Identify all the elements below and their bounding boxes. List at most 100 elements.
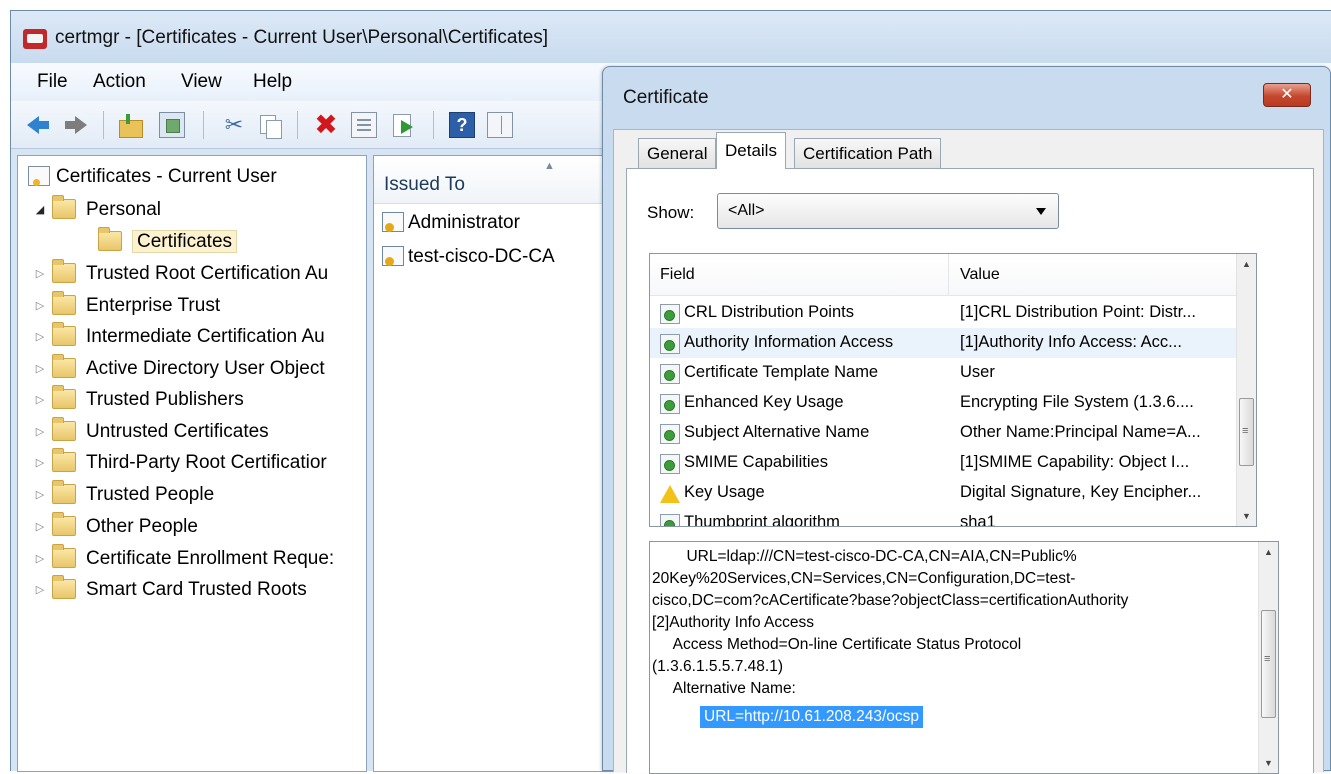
tree-item-intermediate[interactable]: ▷ Intermediate Certification Au xyxy=(32,322,325,351)
expand-arrow-icon[interactable]: ▷ xyxy=(32,449,48,477)
menu-help[interactable]: Help xyxy=(249,69,296,95)
tree-root[interactable]: Certificates - Current User xyxy=(28,166,277,194)
field-row[interactable]: Enhanced Key Usage Encrypting File Syste… xyxy=(650,388,1238,418)
tree-item-enrollment-requests[interactable]: ▷ Certificate Enrollment Reque: xyxy=(32,544,334,573)
field-name: CRL Distribution Points xyxy=(684,303,854,321)
scroll-thumb[interactable] xyxy=(1239,398,1254,466)
field-list-scrollbar[interactable]: ▲ ▼ xyxy=(1236,254,1256,526)
show-hide-console-tree-icon[interactable] xyxy=(159,112,185,138)
expand-arrow-icon[interactable]: ▷ xyxy=(32,513,48,541)
field-row[interactable]: CRL Distribution Points [1]CRL Distribut… xyxy=(650,298,1238,328)
expand-arrow-icon[interactable]: ▷ xyxy=(32,481,48,509)
field-row[interactable]: Subject Alternative Name Other Name:Prin… xyxy=(650,418,1238,448)
field-value: [1]Authority Info Access: Acc... xyxy=(960,333,1182,351)
expand-arrow-icon[interactable]: ▷ xyxy=(32,292,48,320)
tree-item-other-people[interactable]: ▷ Other People xyxy=(32,512,198,541)
column-header-value[interactable]: Value xyxy=(960,266,1000,284)
expand-arrow-icon[interactable]: ▷ xyxy=(32,418,48,446)
forward-arrow-icon[interactable] xyxy=(63,112,89,138)
folder-icon xyxy=(52,480,76,504)
field-row[interactable]: Certificate Template Name User xyxy=(650,358,1238,388)
expand-arrow-icon[interactable]: ▷ xyxy=(32,545,48,573)
tab-certification-path[interactable]: Certification Path xyxy=(794,138,942,168)
field-value: [1]SMIME Capability: Object I... xyxy=(960,453,1190,471)
help-icon[interactable]: ? xyxy=(449,112,475,138)
field-name: Subject Alternative Name xyxy=(684,423,870,441)
certificate-icon xyxy=(382,212,404,232)
folder-icon xyxy=(98,227,122,251)
tree-item-label: Enterprise Trust xyxy=(86,295,221,316)
expand-arrow-icon[interactable]: ▷ xyxy=(32,576,48,604)
folder-icon xyxy=(52,544,76,568)
collapse-arrow-icon[interactable]: ◢ xyxy=(32,196,48,224)
list-item[interactable]: test-cisco-DC-CA xyxy=(382,242,555,272)
tab-details[interactable]: Details xyxy=(716,132,786,169)
field-name: Authority Information Access xyxy=(684,333,894,351)
scroll-up-icon[interactable]: ▲ xyxy=(1259,542,1278,562)
close-button[interactable]: ✕ xyxy=(1263,83,1311,107)
show-dropdown[interactable]: <All> xyxy=(717,193,1059,229)
field-name: Certificate Template Name xyxy=(684,363,879,381)
up-one-level-icon[interactable] xyxy=(117,112,143,138)
tree-item-third-party-root[interactable]: ▷ Third-Party Root Certificatior xyxy=(32,448,327,477)
field-value: User xyxy=(960,363,995,381)
folder-icon xyxy=(52,575,76,599)
tree-item-certificates[interactable]: Certificates xyxy=(80,227,238,256)
export-list-icon[interactable] xyxy=(391,112,417,138)
menu-action[interactable]: Action xyxy=(89,69,150,95)
field-name: SMIME Capabilities xyxy=(684,453,828,471)
list-item-label: Administrator xyxy=(408,212,520,233)
field-detail-textbox[interactable]: URL=ldap:///CN=test-cisco-DC-CA,CN=AIA,C… xyxy=(649,541,1279,774)
field-name: Enhanced Key Usage xyxy=(684,393,844,411)
tree-item-ad-user-object[interactable]: ▷ Active Directory User Object xyxy=(32,354,325,383)
tree-item-smart-card-roots[interactable]: ▷ Smart Card Trusted Roots xyxy=(32,575,307,604)
back-arrow-icon[interactable] xyxy=(25,112,51,138)
tab-general[interactable]: General xyxy=(638,138,717,168)
field-row[interactable]: SMIME Capabilities [1]SMIME Capability: … xyxy=(650,448,1238,478)
menu-file[interactable]: File xyxy=(33,69,72,95)
tree-item-trusted-root[interactable]: ▷ Trusted Root Certification Au xyxy=(32,259,328,288)
field-row-selected[interactable]: Authority Information Access [1]Authorit… xyxy=(650,328,1238,358)
column-header-issued-to[interactable]: Issued To ▲ xyxy=(374,156,612,204)
list-item[interactable]: Administrator xyxy=(382,208,520,238)
scroll-up-icon[interactable]: ▲ xyxy=(1237,254,1256,274)
details-tab-page: Show: <All> Field Value CRL Distribution… xyxy=(626,168,1314,774)
tree-item-trusted-publishers[interactable]: ▷ Trusted Publishers xyxy=(32,385,244,414)
toolbar-separator xyxy=(433,111,434,139)
tree-item-trusted-people[interactable]: ▷ Trusted People xyxy=(32,480,214,509)
column-divider[interactable] xyxy=(948,254,949,296)
warning-icon xyxy=(660,484,680,504)
tree-item-label: Active Directory User Object xyxy=(86,358,325,379)
certmgr-app-icon xyxy=(23,29,47,49)
tree-item-enterprise-trust[interactable]: ▷ Enterprise Trust xyxy=(32,291,221,320)
column-header-field[interactable]: Field xyxy=(660,266,695,284)
tree-item-untrusted[interactable]: ▷ Untrusted Certificates xyxy=(32,417,269,446)
expand-arrow-icon[interactable]: ▷ xyxy=(32,260,48,288)
scroll-thumb[interactable] xyxy=(1261,610,1276,718)
detail-scrollbar[interactable]: ▲ ▼ xyxy=(1258,542,1278,773)
expand-arrow-icon[interactable]: ▷ xyxy=(32,355,48,383)
tree-item-label: Trusted Publishers xyxy=(86,389,244,410)
expand-arrow-icon[interactable]: ▷ xyxy=(32,386,48,414)
scroll-down-icon[interactable]: ▼ xyxy=(1237,506,1256,526)
properties-icon[interactable] xyxy=(351,112,377,138)
menu-view[interactable]: View xyxy=(177,69,226,95)
field-row[interactable]: Key Usage Digital Signature, Key Enciphe… xyxy=(650,478,1238,508)
field-name: Key Usage xyxy=(684,483,765,501)
copy-icon[interactable] xyxy=(257,112,283,139)
tree-item-personal[interactable]: ◢ Personal xyxy=(32,195,161,224)
list-item-label: test-cisco-DC-CA xyxy=(408,246,555,267)
field-row[interactable]: Thumbprint algorithm sha1 xyxy=(650,508,1238,526)
folder-icon xyxy=(52,512,76,536)
cut-icon[interactable]: ✂ xyxy=(221,112,247,138)
scroll-down-icon[interactable]: ▼ xyxy=(1259,753,1278,773)
expand-arrow-icon[interactable]: ▷ xyxy=(32,323,48,351)
folder-icon xyxy=(52,259,76,283)
sort-ascending-icon: ▲ xyxy=(544,160,555,172)
tree-item-label: Third-Party Root Certificatior xyxy=(86,452,327,473)
field-value: [1]CRL Distribution Point: Distr... xyxy=(960,303,1196,321)
extension-icon xyxy=(660,394,680,414)
delete-icon[interactable]: ✖ xyxy=(313,111,339,139)
show-action-pane-icon[interactable] xyxy=(487,112,513,138)
field-value: Encrypting File System (1.3.6.... xyxy=(960,393,1194,411)
